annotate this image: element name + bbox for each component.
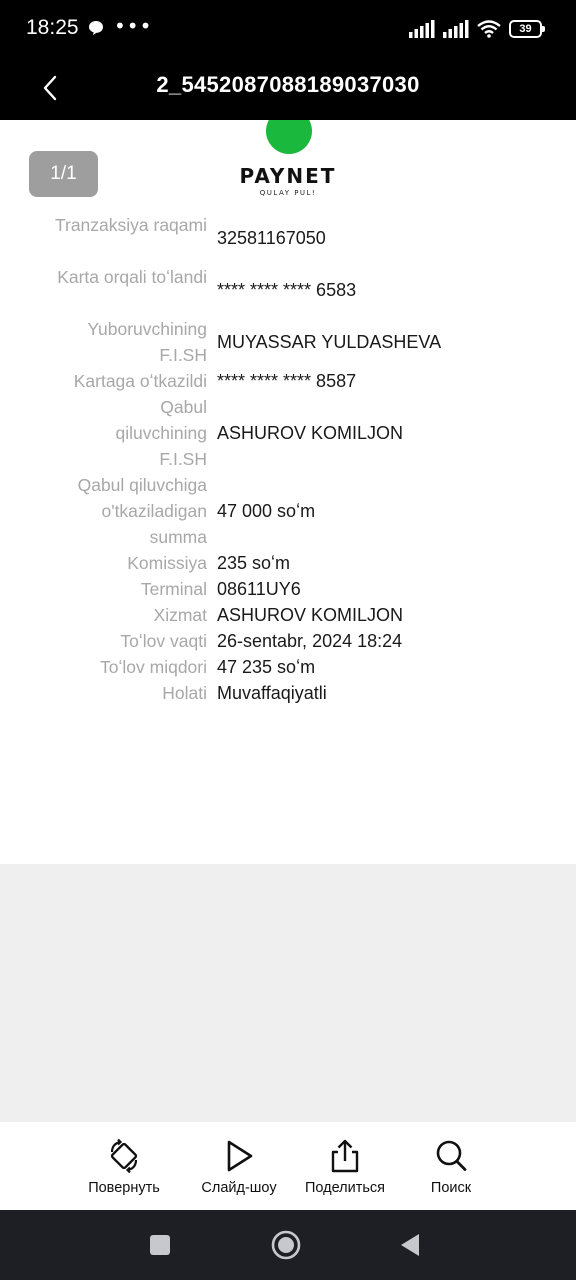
row-label: Komissiya bbox=[127, 553, 207, 573]
rotate-button[interactable]: Повернуть bbox=[69, 1136, 179, 1196]
share-button[interactable]: Поделиться bbox=[290, 1136, 400, 1196]
row-value: 47 235 soʻm bbox=[217, 657, 316, 677]
system-nav-bar bbox=[0, 1210, 576, 1280]
rotate-label: Повернуть bbox=[88, 1180, 160, 1196]
battery-icon: 39 bbox=[509, 20, 545, 38]
share-label: Поделиться bbox=[304, 1180, 386, 1196]
row-value: **** **** **** 8587 bbox=[217, 371, 357, 391]
slideshow-label: Слайд-шоу bbox=[201, 1180, 277, 1196]
row-value: 47 000 soʻm bbox=[217, 501, 316, 521]
paynet-logo: PAYNET QULAY PUL! bbox=[238, 164, 338, 197]
row-label: Terminal bbox=[140, 579, 207, 599]
home-circle-icon bbox=[271, 1230, 301, 1260]
row-label: Tranzaksiya raqami bbox=[54, 215, 207, 235]
file-title: 2_5452087088189037030 bbox=[156, 72, 420, 97]
row-label: Kartaga oʻtkazildi bbox=[73, 371, 207, 391]
row-value: 32581167050 bbox=[217, 228, 326, 248]
row-label: Qabul qiluvchining F.I.SH bbox=[115, 397, 207, 469]
row-label: Yuboruvchining F.I.SH bbox=[87, 319, 207, 365]
wifi-icon bbox=[477, 20, 501, 38]
recents-button[interactable] bbox=[142, 1227, 178, 1263]
row-label: Qabul qiluvchiga o'tkaziladigan summa bbox=[77, 475, 207, 547]
signal-icon bbox=[443, 20, 469, 38]
row-label: Toʻlov vaqti bbox=[120, 631, 207, 651]
status-bar: 18:25 ••• 39 bbox=[0, 0, 576, 58]
row-label: Toʻlov miqdori bbox=[100, 657, 207, 677]
nav-back-button[interactable] bbox=[392, 1227, 428, 1263]
status-time: 18:25 bbox=[26, 16, 79, 39]
brand-dot bbox=[266, 120, 312, 154]
bottom-toolbar: Повернуть Слайд-шоу Поделиться Поиск bbox=[0, 1122, 576, 1210]
square-icon bbox=[150, 1235, 170, 1255]
logo-tagline: QULAY PUL! bbox=[259, 189, 317, 197]
search-label: Поиск bbox=[430, 1180, 472, 1196]
row-value: MUYASSAR YULDASHEVA bbox=[217, 332, 442, 352]
home-button[interactable] bbox=[268, 1227, 304, 1263]
row-value: 26-sentabr, 2024 18:24 bbox=[217, 631, 403, 651]
row-value: **** **** **** 6583 bbox=[217, 280, 357, 300]
app-bar: 2_5452087088189037030 bbox=[0, 58, 576, 120]
row-value: ASHUROV KOMILJON bbox=[217, 423, 404, 443]
row-value: ASHUROV KOMILJON bbox=[217, 605, 404, 625]
search-button[interactable]: Поиск bbox=[396, 1136, 506, 1196]
row-label: Karta orqali toʻlandi bbox=[57, 267, 207, 287]
back-triangle-icon bbox=[401, 1234, 419, 1256]
page-counter: 1/1 bbox=[29, 151, 98, 197]
row-label: Holati bbox=[162, 683, 207, 703]
row-value: 235 soʻm bbox=[217, 553, 291, 573]
rotate-icon bbox=[110, 1138, 138, 1174]
chat-icon bbox=[89, 21, 103, 35]
image-viewer[interactable]: PAYNET QULAY PUL! Tranzaksiya raqami 325… bbox=[0, 120, 576, 1122]
slideshow-button[interactable]: Слайд-шоу bbox=[184, 1136, 294, 1196]
logo-text: PAYNET bbox=[239, 164, 337, 188]
signal-icon bbox=[409, 20, 435, 38]
receipt-image: PAYNET QULAY PUL! Tranzaksiya raqami 325… bbox=[0, 120, 576, 864]
play-icon bbox=[227, 1140, 253, 1172]
share-icon bbox=[331, 1139, 359, 1173]
row-label: Xizmat bbox=[153, 605, 207, 625]
row-value: Muvaffaqiyatli bbox=[217, 683, 327, 703]
row-value: 08611UY6 bbox=[217, 579, 301, 599]
search-icon bbox=[436, 1140, 467, 1171]
more-notifications-icon: ••• bbox=[114, 14, 153, 38]
